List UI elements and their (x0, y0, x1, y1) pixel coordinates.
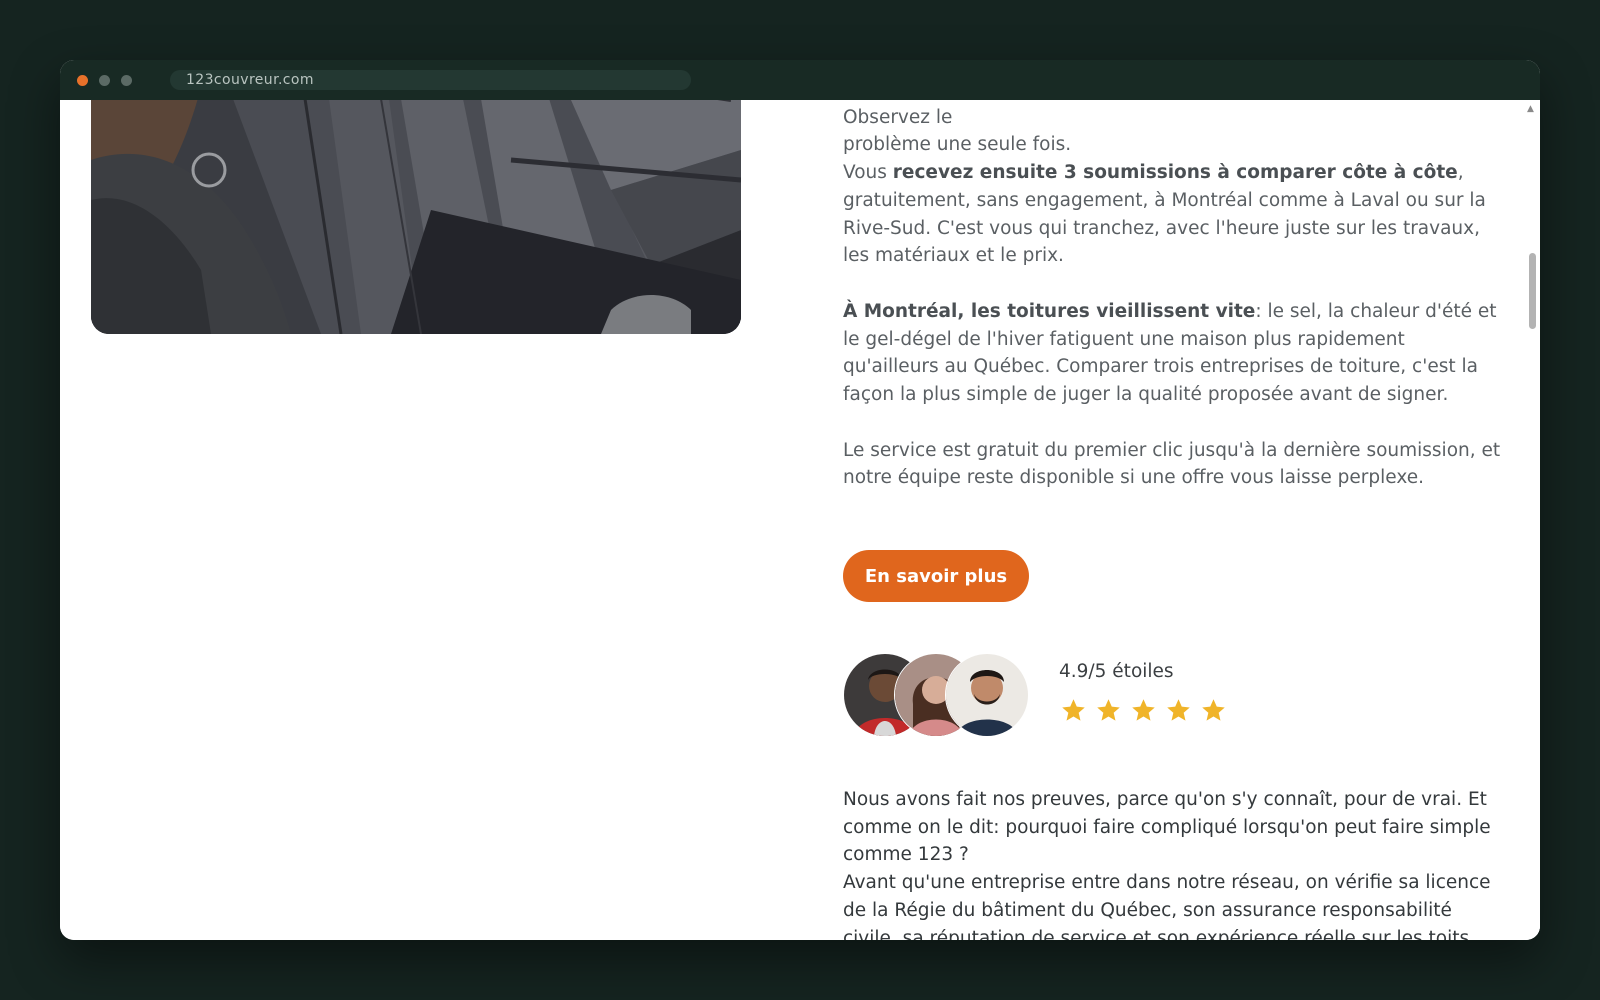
rating-stars (1060, 697, 1230, 727)
address-bar[interactable]: 123couvreur.com (170, 70, 691, 90)
trust-paragraph-2: Avant qu'une entreprise entre dans notre… (843, 872, 1491, 940)
roofer-photo (91, 100, 741, 334)
minimize-window-button[interactable] (99, 75, 110, 86)
trust-text: Nous avons fait nos preuves, parce qu'on… (843, 786, 1503, 940)
article-paragraph-2: À Montréal, les toitures vieillissent vi… (843, 300, 1497, 406)
article-text: perdent leurs granules, une pente qui re… (843, 100, 1503, 492)
star-icon (1130, 697, 1160, 727)
trust-paragraph-1: Nous avons fait nos preuves, parce qu'on… (843, 789, 1491, 866)
star-icon (1165, 697, 1195, 727)
star-icon (1060, 697, 1090, 727)
article-top-line: perdent leurs granules, une pente qui re… (843, 106, 953, 128)
scrollbar-thumb[interactable] (1529, 253, 1536, 329)
star-icon (1095, 697, 1125, 727)
close-window-button[interactable] (77, 75, 88, 86)
article-paragraph-1: Vous recevez ensuite 3 soumissions à com… (843, 162, 1486, 267)
browser-titlebar: 123couvreur.com (60, 60, 1540, 100)
article-paragraph-3: Le service est gratuit du premier clic j… (843, 439, 1501, 489)
browser-window: 123couvreur.com Observez le problème une… (60, 60, 1540, 940)
rating-score: 4.9/5 étoiles (1059, 661, 1174, 682)
learn-more-button[interactable]: En savoir plus (843, 550, 1029, 602)
scrollbar[interactable]: ▲ (1522, 100, 1540, 940)
scroll-up-icon[interactable]: ▲ (1527, 104, 1534, 114)
star-icon (1200, 697, 1230, 727)
page-content: perdent leurs granules, une pente qui re… (60, 100, 1540, 940)
maximize-window-button[interactable] (121, 75, 132, 86)
avatar (945, 653, 1029, 737)
customer-avatars (843, 653, 1033, 737)
article-line-end: problème une seule fois. (843, 134, 1072, 156)
